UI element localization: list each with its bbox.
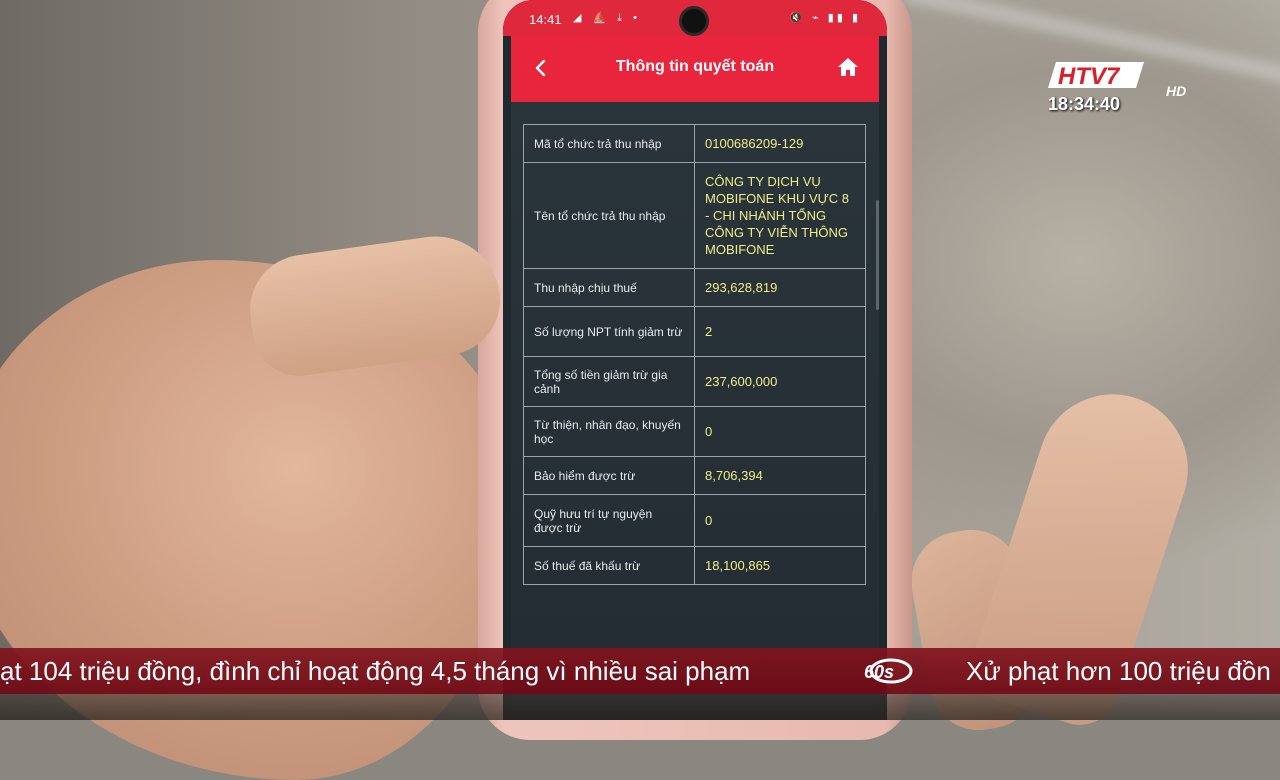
table-row: Quỹ hưu trí tự nguyện được trừ 0 (523, 494, 866, 547)
row-value: 0 (694, 494, 866, 547)
ticker-headline-2: Xử phạt hơn 100 triệu đồn (966, 656, 1271, 686)
row-label: Thu nhập chịu thuế (523, 268, 695, 307)
ticker-logo-text: 60s (864, 662, 894, 682)
table-row: Số lượng NPT tính giảm trừ 2 (523, 306, 866, 357)
table-row: Số thuế đã khấu trừ 18,100,865 (523, 546, 866, 585)
row-label: Mã tổ chức trả thu nhập (523, 124, 695, 163)
page-title: Thông tin quyết toán (615, 58, 775, 75)
status-bar: 14:41 ◢ ⛵ ⤓ • 🔇 ⌁ ▮▮ ▮ (503, 0, 887, 36)
row-label: Tổng số tiền giảm trừ gia cảnh (523, 356, 695, 407)
settlement-info-table: Mã tổ chức trả thu nhập 0100686209-129 Tên… (523, 124, 866, 585)
news-ticker: ạt 104 triệu đồng, đình chỉ hoạt động 4,… (0, 648, 1280, 694)
row-value: 2 (694, 306, 866, 357)
row-label: Từ thiện, nhân đạo, khuyến học (523, 406, 695, 457)
status-notification-icons: ◢ ⛵ ⤓ • (573, 12, 642, 24)
hd-badge: HD (1166, 83, 1186, 98)
table-row: Bảo hiểm được trừ 8,706,394 (523, 456, 866, 495)
row-value: 18,100,865 (694, 546, 866, 585)
row-value: 0100686209-129 (694, 124, 866, 163)
row-value: 0 (694, 406, 866, 457)
ticker-headline-1: ạt 104 triệu đồng, đình chỉ hoạt động 4,… (0, 656, 751, 686)
row-label: Số lượng NPT tính giảm trừ (523, 306, 695, 357)
table-row: Tên tổ chức trả thu nhập CÔNG TY DỊCH VỤ … (523, 162, 866, 269)
row-value: 237,600,000 (694, 356, 866, 407)
row-label: Quỹ hưu trí tự nguyện được trừ (523, 494, 695, 547)
home-button[interactable] (835, 54, 861, 80)
channel-logo-text: HTV7 (1058, 63, 1121, 90)
table-row: Tổng số tiền giảm trừ gia cảnh 237,600,00… (523, 356, 866, 407)
scrollbar[interactable] (876, 200, 879, 310)
ticker-60s-logo: 60s (864, 658, 913, 684)
row-label: Tên tổ chức trả thu nhập (523, 162, 695, 269)
app-header: Thông tin quyết toán (511, 36, 879, 102)
row-label: Số thuế đã khấu trừ (523, 546, 695, 585)
front-camera (679, 6, 709, 36)
row-label: Bảo hiểm được trừ (523, 456, 695, 495)
bottom-strip (0, 694, 1280, 720)
channel-logo: HTV7 HD (1048, 62, 1186, 98)
status-time: 14:41 (529, 12, 562, 27)
table-row: Từ thiện, nhân đạo, khuyến học 0 (523, 406, 866, 457)
row-value: 8,706,394 (694, 456, 866, 495)
table-row: Mã tổ chức trả thu nhập 0100686209-129 (523, 124, 866, 163)
broadcast-clock: 18:34:40 (1048, 94, 1121, 114)
home-icon (838, 58, 858, 76)
row-value: CÔNG TY DỊCH VỤ MOBIFONE KHU VỰC 8 - CHI… (694, 162, 866, 269)
row-value: 293,628,819 (694, 268, 866, 307)
status-system-icons: 🔇 ⌁ ▮▮ ▮ (789, 12, 861, 24)
table-row: Thu nhập chịu thuế 293,628,819 (523, 268, 866, 307)
